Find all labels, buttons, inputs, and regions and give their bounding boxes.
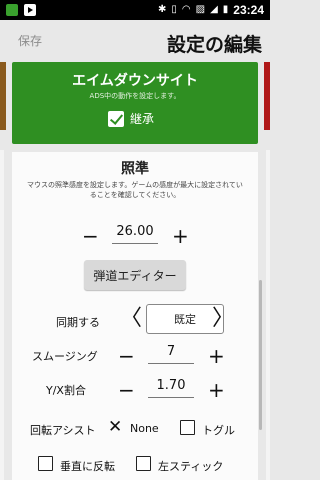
yx-ratio-value-field[interactable]: 1.70: [148, 378, 194, 398]
invert-vertical-label: 垂直に反転: [60, 460, 115, 473]
sensitivity-card: 照準 マウスの照準感度を設定します。ゲームの感度が最大に設定されていることを確認…: [12, 152, 258, 480]
inherit-checkbox[interactable]: [108, 110, 124, 127]
ballistics-editor-button[interactable]: 弾道エディター: [84, 260, 186, 290]
yx-ratio-label: Y/X割合: [46, 384, 86, 397]
bluetooth-icon: ✱: [157, 4, 167, 15]
vibrate-icon: ▯: [171, 4, 177, 15]
app-notification-icon: [6, 4, 18, 16]
rotation-assist-x-icon[interactable]: ✕: [108, 419, 122, 436]
ads-title: エイムダウンサイト: [72, 73, 198, 89]
signal-icon: ◢: [210, 4, 218, 15]
status-bar: ✱ ▯ ◠ ▨ ◢ ▮ 23:24: [0, 0, 270, 20]
save-button[interactable]: 保存: [18, 32, 42, 49]
smoothing-value-field[interactable]: 7: [148, 344, 194, 364]
inherit-option[interactable]: 継承: [108, 110, 154, 127]
sensitivity-title: 照準: [121, 161, 149, 177]
toggle-label: トグル: [202, 424, 235, 437]
youtube-icon: [24, 4, 36, 16]
wifi-icon: ◠: [181, 4, 191, 15]
toggle-checkbox[interactable]: [180, 420, 195, 435]
ads-card: エイムダウンサイト ADS中の動作を設定します。 継承: [12, 62, 258, 144]
left-stick-checkbox[interactable]: [136, 456, 151, 471]
rotation-assist-label: 回転アシスト: [30, 424, 96, 437]
invert-vertical-checkbox[interactable]: [38, 456, 53, 471]
sync-label: 同期する: [56, 316, 100, 329]
next-card-body-peek: [266, 150, 270, 480]
sensitivity-value-field[interactable]: 26.00: [112, 224, 158, 244]
prev-card-peek[interactable]: [0, 62, 6, 130]
sensitivity-increase-button[interactable]: +: [172, 226, 189, 246]
left-stick-label: 左スティック: [158, 460, 224, 473]
clock: 23:24: [233, 3, 264, 17]
sensitivity-decrease-button[interactable]: −: [82, 226, 99, 246]
no-sim-icon: ▨: [195, 4, 206, 15]
smoothing-increase-button[interactable]: +: [208, 346, 225, 366]
sync-next-button[interactable]: 〉: [212, 308, 234, 330]
page-title: 設定の編集: [166, 34, 262, 56]
sensitivity-description: マウスの照準感度を設定します。ゲームの感度が最大に設定されていることを確認してく…: [27, 181, 243, 199]
scrollbar[interactable]: [259, 280, 262, 430]
rotation-assist-value[interactable]: None: [130, 422, 159, 435]
yx-ratio-increase-button[interactable]: +: [208, 380, 225, 400]
smoothing-label: スムージング: [32, 350, 98, 363]
battery-icon: ▮: [222, 4, 229, 15]
prev-card-body-peek: [0, 150, 4, 480]
yx-ratio-decrease-button[interactable]: −: [118, 380, 135, 400]
ads-description: ADS中の動作を設定します。: [89, 92, 181, 100]
smoothing-decrease-button[interactable]: −: [118, 346, 135, 366]
next-card-peek[interactable]: [264, 62, 270, 130]
sync-prev-button[interactable]: 〈: [120, 308, 142, 330]
inherit-label: 継承: [130, 112, 155, 126]
